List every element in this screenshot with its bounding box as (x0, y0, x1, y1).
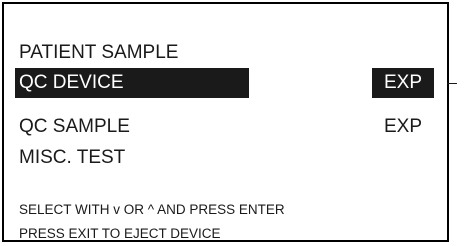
menu-item-label: MISC. TEST (19, 147, 126, 168)
menu-item-label: QC DEVICE (19, 72, 124, 93)
menu-item-qc-sample[interactable]: QC SAMPLE (19, 112, 130, 142)
menu-item-label: QC SAMPLE (19, 116, 130, 137)
instruction-select: SELECT WITH v OR ^ AND PRESS ENTER (19, 202, 285, 217)
menu-item-patient-sample[interactable]: PATIENT SAMPLE (19, 38, 178, 68)
instruction-exit: PRESS EXIT TO EJECT DEVICE (19, 226, 221, 241)
qc-device-status-badge: EXP (372, 68, 435, 98)
menu-item-label: PATIENT SAMPLE (19, 42, 179, 63)
device-screen: PATIENT SAMPLE QC DEVICE EXP QC SAMPLE E… (2, 2, 449, 242)
menu-item-misc-test[interactable]: MISC. TEST (19, 143, 125, 173)
qc-sample-status-badge: EXP (384, 116, 423, 137)
callout-line (447, 83, 457, 84)
menu-item-qc-device[interactable]: QC DEVICE (15, 68, 249, 98)
